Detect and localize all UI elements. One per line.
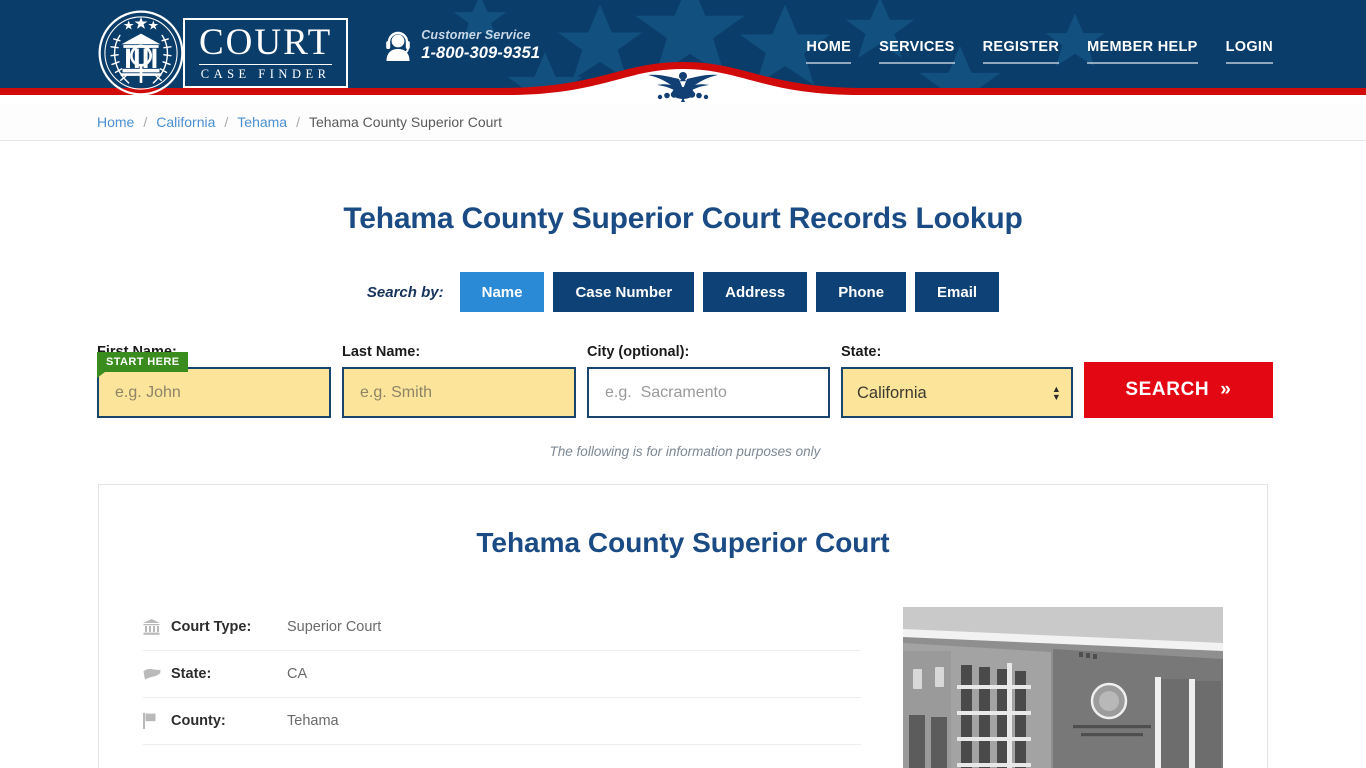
search-by-tabs: Search by: Name Case Number Address Phon… xyxy=(0,272,1366,312)
breadcrumb-separator: / xyxy=(224,114,229,130)
last-name-field-group: Last Name: xyxy=(342,344,576,418)
breadcrumb-separator: / xyxy=(296,114,300,130)
nav-link-member-help[interactable]: MEMBER HELP xyxy=(1087,39,1198,64)
page-title: Tehama County Superior Court Records Loo… xyxy=(343,202,1023,235)
nav-link-register[interactable]: REGISTER xyxy=(982,39,1060,64)
first-name-input[interactable] xyxy=(97,367,331,418)
detail-row-state: State: CA xyxy=(143,651,861,698)
flag-icon xyxy=(143,713,171,729)
tab-phone[interactable]: Phone xyxy=(816,272,907,312)
nav-link-login[interactable]: LOGIN xyxy=(1225,39,1273,64)
breadcrumb-item-home[interactable]: Home xyxy=(97,114,134,130)
double-chevron-right-icon: » xyxy=(1220,379,1232,400)
us-map-icon xyxy=(143,668,171,680)
detail-value-court-type: Superior Court xyxy=(287,619,382,635)
breadcrumb-item-tehama[interactable]: Tehama xyxy=(237,114,287,130)
last-name-input[interactable] xyxy=(342,367,576,418)
customer-service-block: Customer Service 1-800-309-9351 xyxy=(384,28,540,63)
site-header: COURT CASE FINDER Customer Service 1-800… xyxy=(0,0,1366,104)
search-by-label: Search by: xyxy=(366,283,444,301)
headset-support-icon xyxy=(386,31,410,61)
search-form-row: First Name: Last Name: City (optional): … xyxy=(97,344,1273,418)
detail-row-court-type: Court Type: Superior Court xyxy=(143,604,861,651)
court-card-title: Tehama County Superior Court xyxy=(476,527,890,558)
start-here-badge: START HERE xyxy=(97,352,189,378)
logo-subtitle: CASE FINDER xyxy=(200,66,331,81)
logo-divider xyxy=(199,63,333,65)
breadcrumb-item-california[interactable]: California xyxy=(156,114,215,130)
search-form: START HERE First Name: Last Name: City (… xyxy=(93,344,1273,459)
court-info-card: Tehama County Superior Court Court Type: xyxy=(98,484,1268,768)
city-field-group: City (optional): xyxy=(587,344,830,418)
search-button[interactable]: SEARCH » xyxy=(1083,362,1273,418)
eagle-emblem-icon xyxy=(648,72,718,102)
breadcrumb-separator: / xyxy=(143,114,148,130)
detail-value-state: CA xyxy=(287,666,308,682)
tab-email[interactable]: Email xyxy=(915,272,1000,312)
information-note: The following is for information purpose… xyxy=(549,444,821,459)
court-photo-column xyxy=(903,604,1223,768)
breadcrumb: Home / California / Tehama / Tehama Coun… xyxy=(93,114,1273,130)
detail-label-state: State: xyxy=(171,666,212,682)
breadcrumb-item-current: Tehama County Superior Court xyxy=(308,114,502,130)
detail-label-county: County: xyxy=(171,713,226,729)
court-seal-icon xyxy=(98,10,184,96)
state-select[interactable]: California xyxy=(841,367,1073,418)
search-button-label: SEARCH xyxy=(1125,379,1210,400)
logo-wordmark: COURT xyxy=(199,21,333,63)
courthouse-building-photo xyxy=(903,607,1223,768)
nav-link-home[interactable]: HOME xyxy=(806,39,852,64)
state-label: State: xyxy=(841,344,882,360)
court-details-list: Court Type: Superior Court State: CA Cou… xyxy=(143,604,861,768)
bank-building-icon xyxy=(143,619,171,635)
nav-link-services[interactable]: SERVICES xyxy=(879,39,955,64)
city-label: City (optional): xyxy=(587,344,690,360)
state-field-group: State: California ▲ ▼ xyxy=(841,344,1073,418)
site-logo[interactable]: COURT CASE FINDER xyxy=(97,9,349,97)
breadcrumb-bar: Home / California / Tehama / Tehama Coun… xyxy=(0,104,1366,141)
customer-service-phone[interactable]: 1-800-309-9351 xyxy=(421,44,540,64)
tab-case-number[interactable]: Case Number xyxy=(553,272,695,312)
detail-row-county: County: Tehama xyxy=(143,698,861,745)
detail-value-county: Tehama xyxy=(287,713,339,729)
main-navigation: HOME SERVICES REGISTER MEMBER HELP LOGIN xyxy=(806,39,1273,64)
city-input[interactable] xyxy=(587,367,830,418)
tab-address[interactable]: Address xyxy=(703,272,808,312)
last-name-label: Last Name: xyxy=(342,344,421,360)
detail-label-court-type: Court Type: xyxy=(171,619,252,635)
customer-service-label: Customer Service xyxy=(421,28,531,42)
tab-name[interactable]: Name xyxy=(459,272,545,312)
